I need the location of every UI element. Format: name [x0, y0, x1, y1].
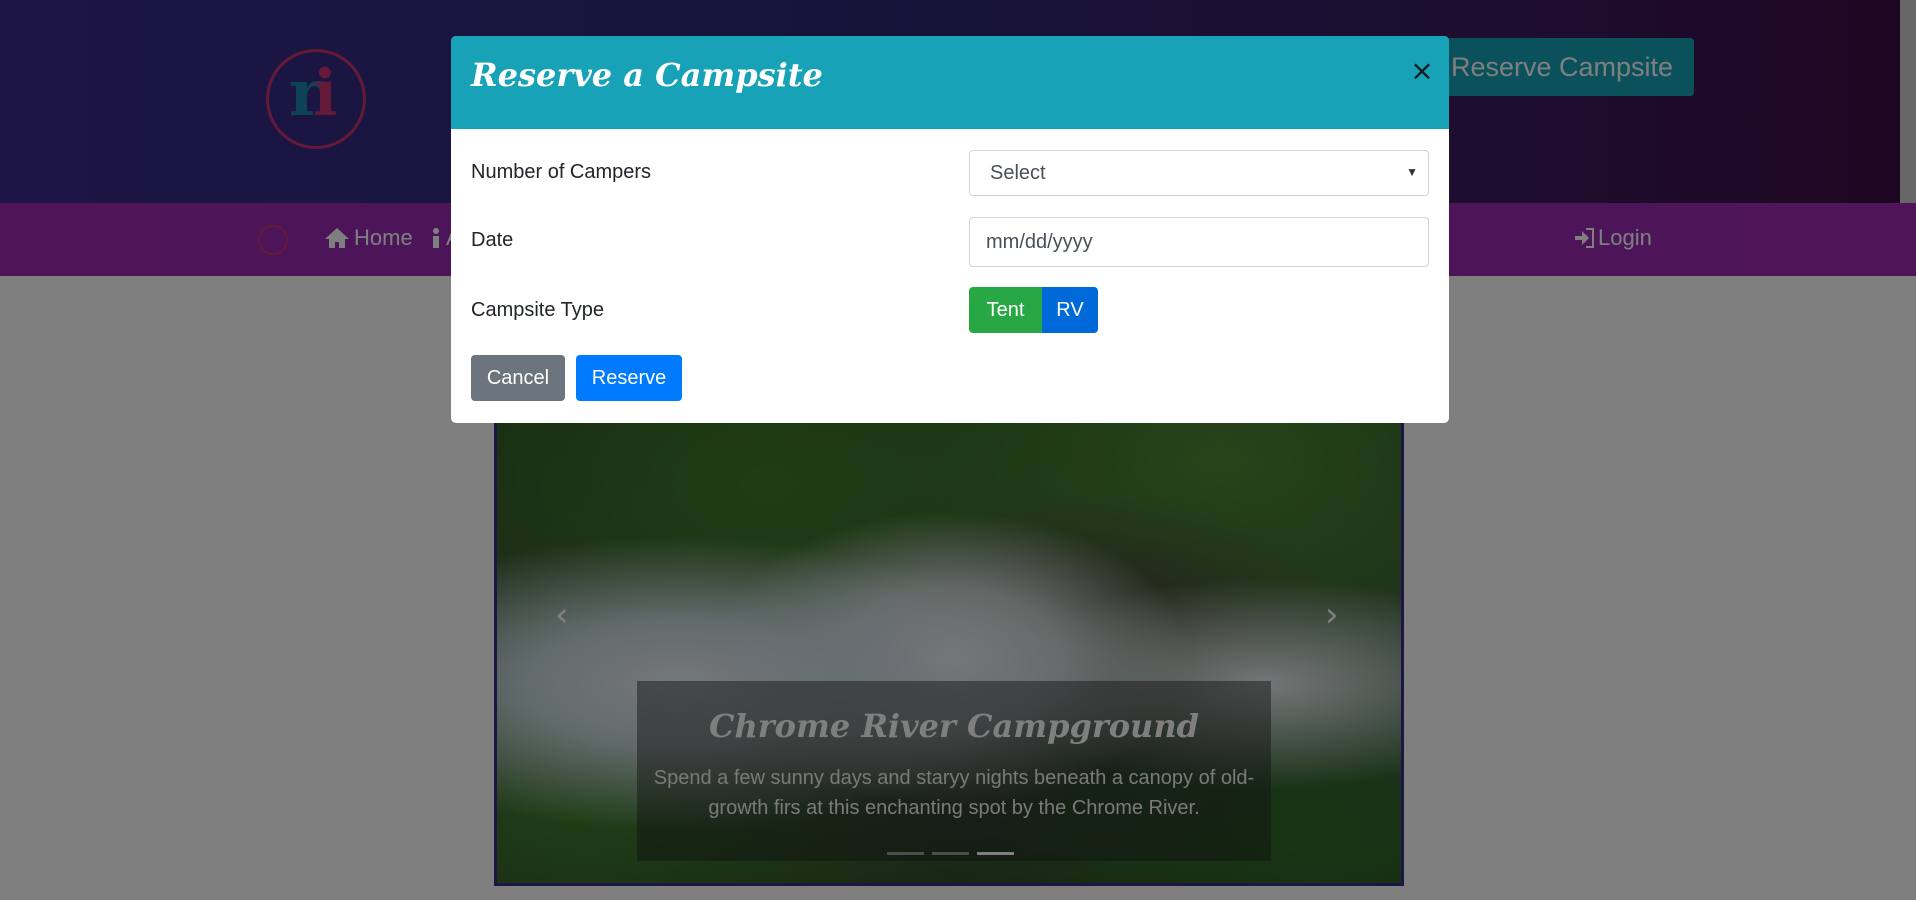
reserve-modal: Reserve a Campsite × Number of Campers S…	[451, 36, 1449, 423]
campers-select-value: Select	[990, 162, 1046, 184]
date-input[interactable]	[969, 217, 1429, 267]
campsite-type-toggle: Tent RV	[969, 287, 1098, 333]
rv-button[interactable]: RV	[1042, 287, 1098, 333]
date-label: Date	[471, 229, 514, 251]
tent-button[interactable]: Tent	[969, 287, 1042, 333]
campers-select[interactable]: Select ▼	[969, 150, 1429, 196]
cancel-button[interactable]: Cancel	[471, 355, 565, 401]
reserve-button[interactable]: Reserve	[576, 355, 682, 401]
modal-header: Reserve a Campsite ×	[451, 36, 1449, 129]
close-icon[interactable]: ×	[1409, 57, 1435, 85]
chevron-down-icon: ▼	[1406, 165, 1418, 179]
campsite-type-label: Campsite Type	[471, 299, 605, 321]
campers-label: Number of Campers	[471, 161, 652, 183]
modal-title: Reserve a Campsite	[471, 56, 823, 94]
